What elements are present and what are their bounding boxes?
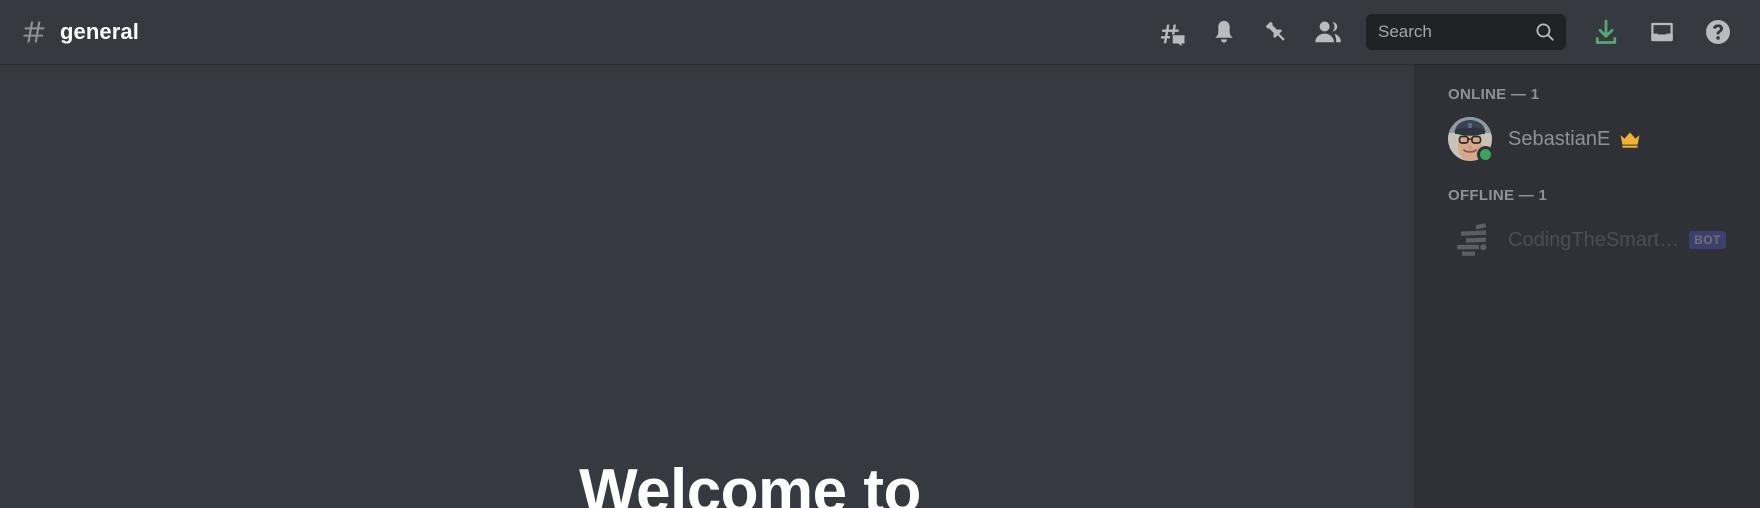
- channel-header: general Search: [0, 0, 1760, 64]
- welcome-block: Welcome to: [0, 459, 1422, 508]
- help-icon[interactable]: [1692, 8, 1744, 56]
- hash-icon: [18, 16, 50, 48]
- member-name: CodingTheSmart…: [1508, 228, 1680, 251]
- member-list-item[interactable]: SebastianE: [1430, 113, 1752, 165]
- welcome-title: Welcome to: [579, 456, 921, 508]
- header-toolbar: [1146, 8, 1354, 56]
- chat-scrollbar[interactable]: [1414, 64, 1422, 508]
- member-group-header-online: ONLINE — 1: [1448, 86, 1540, 103]
- download-icon[interactable]: [1580, 8, 1632, 56]
- discord-app-window: general Search Welcome to ONLINE — 1 Seb…: [0, 0, 1760, 508]
- threads-icon[interactable]: [1146, 8, 1198, 56]
- channel-name: general: [60, 19, 139, 44]
- chat-area: Welcome to: [0, 64, 1422, 508]
- member-list-panel: ONLINE — 1 SebastianE OFFLINE — 1 Coding…: [1422, 64, 1760, 508]
- bell-icon[interactable]: [1198, 8, 1250, 56]
- header-right-actions: [1580, 8, 1744, 56]
- bot-badge: BOT: [1689, 231, 1726, 249]
- search-icon: [1534, 21, 1556, 43]
- search-input[interactable]: Search: [1366, 14, 1566, 50]
- avatar: [1448, 218, 1492, 262]
- members-icon[interactable]: [1302, 8, 1354, 56]
- status-dot-online: [1477, 146, 1494, 163]
- inbox-icon[interactable]: [1636, 8, 1688, 56]
- app-body: Welcome to ONLINE — 1 SebastianE OFFLINE…: [0, 64, 1760, 508]
- member-name: SebastianE: [1508, 127, 1611, 150]
- crown-icon: [1619, 130, 1641, 149]
- member-group-header-offline: OFFLINE — 1: [1448, 187, 1548, 204]
- search-placeholder: Search: [1378, 22, 1432, 41]
- member-list-item[interactable]: CodingTheSmart… BOT: [1430, 214, 1752, 266]
- pin-icon[interactable]: [1250, 8, 1302, 56]
- avatar: [1448, 117, 1494, 163]
- avatar-image: [1448, 218, 1492, 262]
